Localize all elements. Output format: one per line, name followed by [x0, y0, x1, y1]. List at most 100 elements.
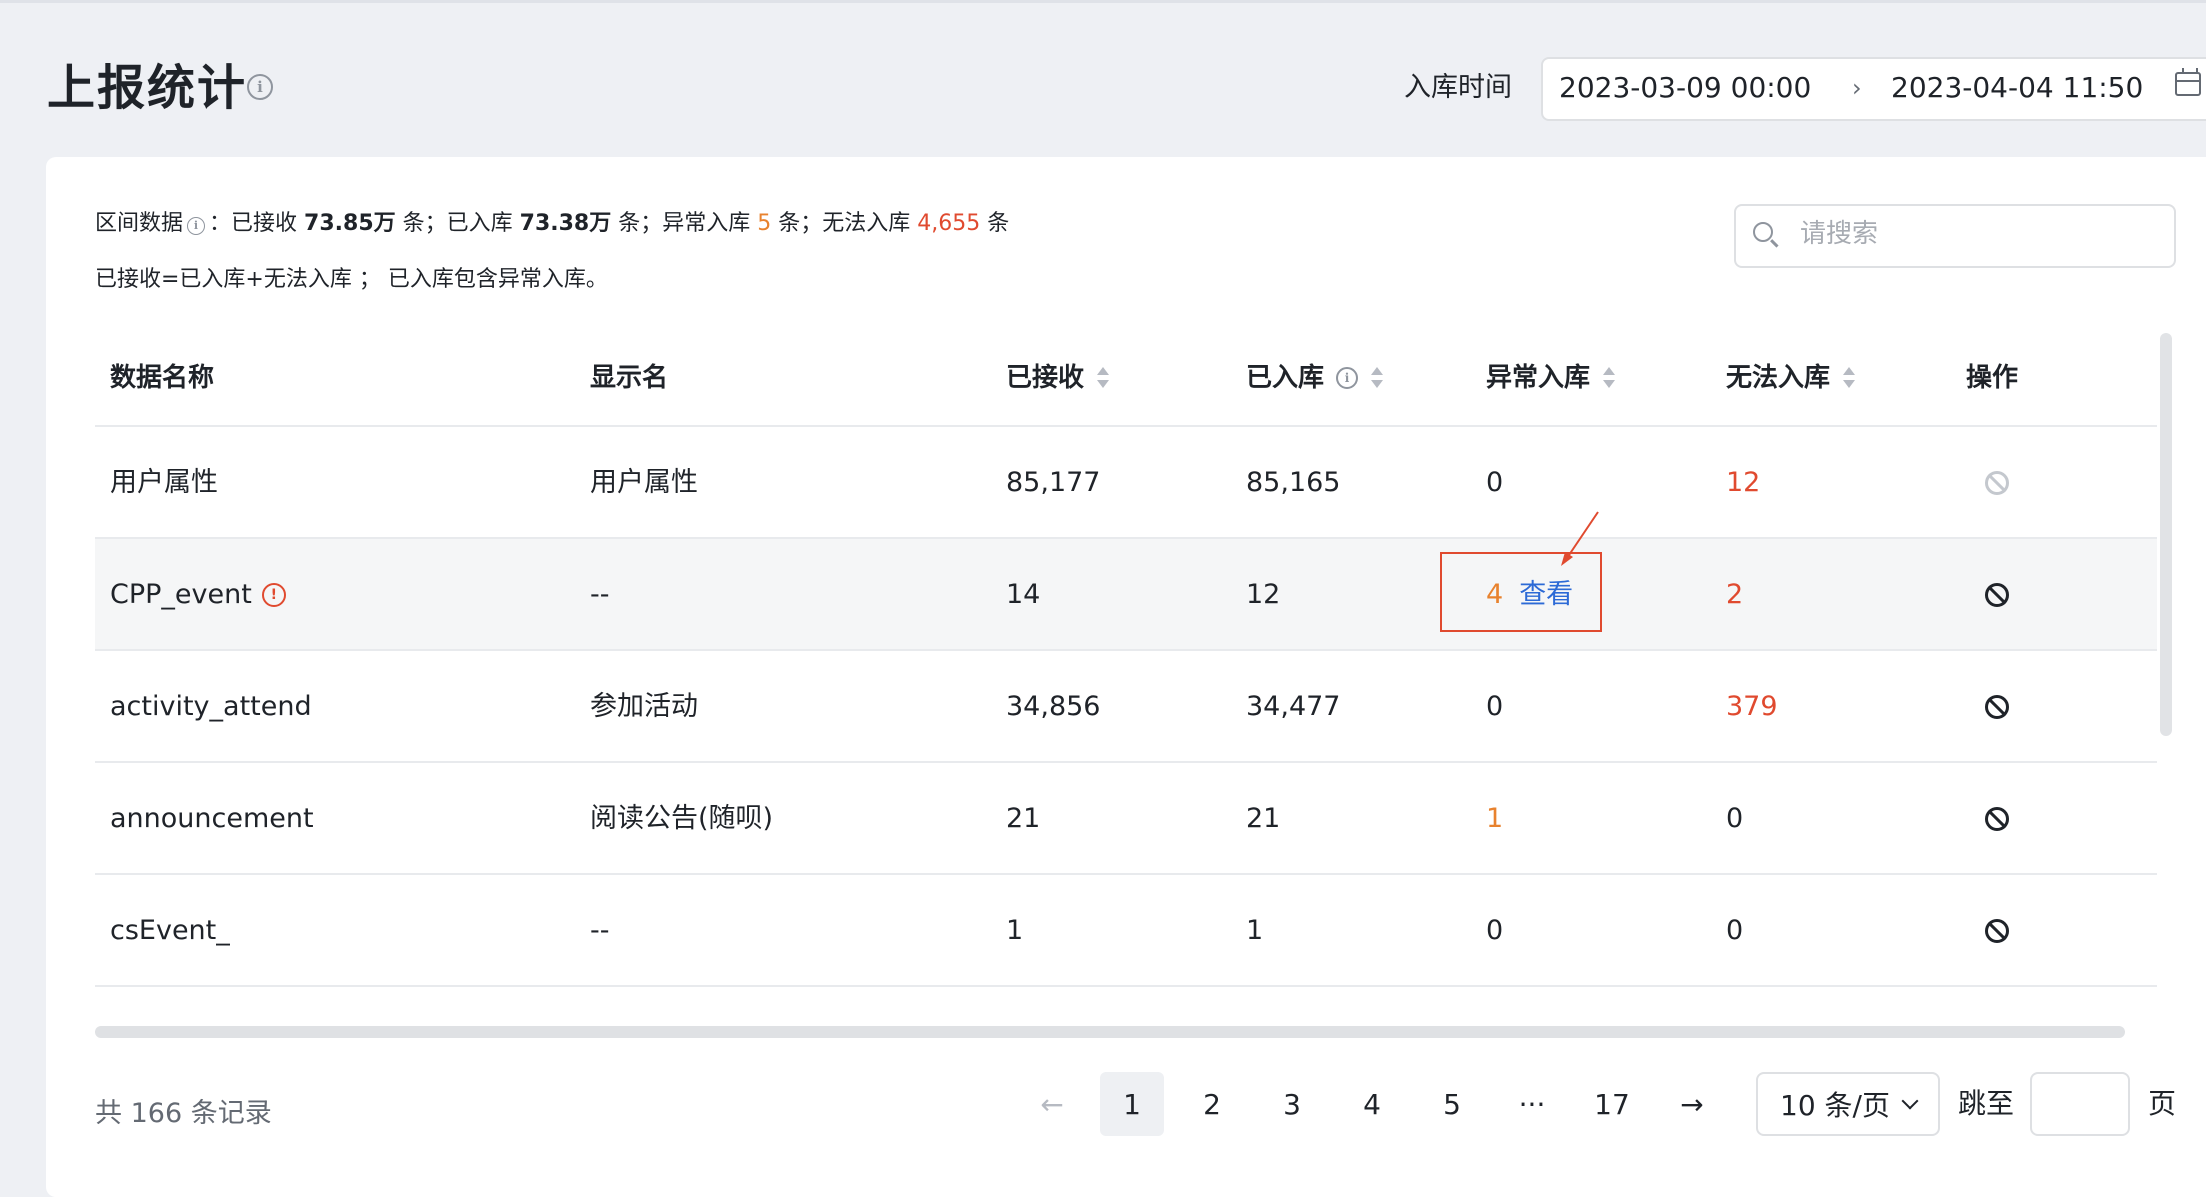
content-card: [46, 157, 2206, 1197]
column-header-action: 操作: [1966, 358, 2018, 398]
cell-failed: 0: [1726, 915, 1744, 946]
page-title: 上报统计: [47, 60, 248, 116]
header-label: 操作: [1966, 363, 2019, 393]
info-icon[interactable]: i: [187, 217, 206, 235]
cell-display: --: [590, 915, 610, 946]
page-size-select[interactable]: 10 条/页: [1756, 1072, 1940, 1136]
summary-colon: ：: [209, 211, 232, 236]
stored-label: 条；已入库: [402, 211, 513, 236]
column-header-stored[interactable]: 已入库 i: [1246, 358, 1384, 398]
page-button-5[interactable]: 5: [1420, 1072, 1484, 1136]
horizontal-scrollbar[interactable]: [95, 1026, 2125, 1038]
ban-icon[interactable]: [1985, 695, 2009, 719]
next-page-button[interactable]: →: [1660, 1072, 1724, 1136]
cell-stored: 21: [1246, 803, 1281, 834]
divider: [95, 649, 2157, 651]
ban-icon[interactable]: [1985, 583, 2009, 607]
cell-received: 21: [1006, 803, 1041, 834]
cell-name: 用户属性: [110, 467, 218, 498]
divider: [95, 985, 2157, 987]
page-button-1[interactable]: 1: [1100, 1072, 1164, 1136]
cell-failed: 379: [1726, 691, 1778, 722]
page-button-3[interactable]: 3: [1260, 1072, 1324, 1136]
jump-page-input[interactable]: [2030, 1072, 2130, 1136]
divider: [95, 873, 2157, 875]
header-label: 异常入库: [1486, 363, 1591, 393]
summary-prefix: 区间数据: [95, 211, 184, 236]
column-header-failed[interactable]: 无法入库: [1726, 358, 1856, 398]
cell-name: csEvent_: [110, 915, 230, 946]
total-records: 共 166 条记录: [95, 1098, 272, 1129]
cell-abnormal: 1: [1486, 803, 1504, 834]
jump-label: 跳至: [1958, 1087, 2015, 1120]
received-value: 73.85万: [304, 211, 396, 236]
cell-received: 1: [1006, 915, 1024, 946]
cell-display: 阅读公告(随呗): [590, 803, 774, 834]
cell-failed: 2: [1726, 579, 1744, 610]
summary-suffix: 条: [987, 211, 1010, 236]
page-button-4[interactable]: 4: [1340, 1072, 1404, 1136]
page-button-2[interactable]: 2: [1180, 1072, 1244, 1136]
cell-name: activity_attend: [110, 691, 312, 722]
column-header-abnormal[interactable]: 异常入库: [1486, 358, 1616, 398]
divider: [95, 761, 2157, 763]
cell-display: 参加活动: [590, 691, 698, 722]
stored-value: 73.38万: [519, 211, 612, 236]
ban-icon: [1985, 471, 2009, 495]
divider: [95, 425, 2157, 427]
cell-abnormal: 0: [1486, 915, 1504, 946]
column-header-received[interactable]: 已接收: [1006, 358, 1110, 398]
column-header-display: 显示名: [590, 358, 668, 398]
search-icon: [1753, 222, 1773, 242]
info-icon[interactable]: i: [247, 74, 273, 100]
sort-icon[interactable]: [1096, 366, 1110, 390]
search-input[interactable]: [1800, 214, 2160, 254]
column-header-name: 数据名称: [110, 358, 214, 398]
page-button-17[interactable]: 17: [1580, 1072, 1644, 1136]
info-icon[interactable]: i: [1336, 367, 1359, 389]
summary-note: 已接收=已入库+无法入库 ； 已入库包含异常入库。: [95, 267, 608, 292]
ban-icon[interactable]: [1985, 807, 2009, 831]
header-label: 数据名称: [110, 363, 215, 393]
abnormal-value: 5: [757, 211, 772, 236]
vertical-scrollbar[interactable]: [2160, 333, 2172, 736]
header-label: 显示名: [590, 363, 669, 393]
date-separator-icon: ›: [1852, 74, 1862, 102]
calendar-icon[interactable]: [2175, 68, 2201, 96]
cell-stored: 85,165: [1246, 467, 1341, 498]
cell-received: 85,177: [1006, 467, 1101, 498]
abnormal-label: 条；异常入库: [618, 211, 751, 236]
cell-name: CPP_event!: [110, 575, 286, 615]
sort-icon[interactable]: [1370, 366, 1384, 390]
cell-display: --: [590, 579, 610, 610]
sort-icon[interactable]: [1602, 366, 1616, 390]
failed-value: 4,655: [917, 211, 981, 236]
page-unit-label: 页: [2148, 1087, 2177, 1120]
page-size-label: 10 条/页: [1780, 1089, 1890, 1122]
header-label: 已接收: [1006, 363, 1085, 393]
received-label: 已接收: [231, 211, 298, 236]
prev-page-button[interactable]: ←: [1020, 1072, 1084, 1136]
date-start[interactable]: 2023-03-09 00:00: [1559, 70, 1811, 106]
cell-stored: 34,477: [1246, 691, 1341, 722]
annotation-arrow-icon: [1561, 511, 1599, 566]
header-label: 无法入库: [1726, 363, 1831, 393]
table-row-hover: [95, 538, 2157, 649]
sort-icon[interactable]: [1842, 366, 1856, 390]
cell-failed: 0: [1726, 803, 1744, 834]
cell-failed: 12: [1726, 467, 1761, 498]
top-border: [0, 0, 2206, 3]
cell-display: 用户属性: [590, 467, 698, 498]
chevron-down-icon: [1901, 1092, 1919, 1110]
date-end[interactable]: 2023-04-04 11:50: [1891, 70, 2143, 106]
cell-received: 14: [1006, 579, 1041, 610]
cell-abnormal: 0: [1486, 467, 1504, 498]
page-ellipsis[interactable]: ···: [1500, 1072, 1564, 1136]
cell-abnormal: 0: [1486, 691, 1504, 722]
warning-icon[interactable]: !: [261, 583, 286, 607]
ban-icon[interactable]: [1985, 919, 2009, 943]
cell-name-text: CPP_event: [110, 579, 252, 610]
cell-stored: 12: [1246, 579, 1281, 610]
summary-line: 区间数据 i ：已接收 73.85万 条；已入库 73.38万 条；异常入库 5 条…: [95, 210, 1009, 238]
cell-name: announcement: [110, 803, 314, 834]
